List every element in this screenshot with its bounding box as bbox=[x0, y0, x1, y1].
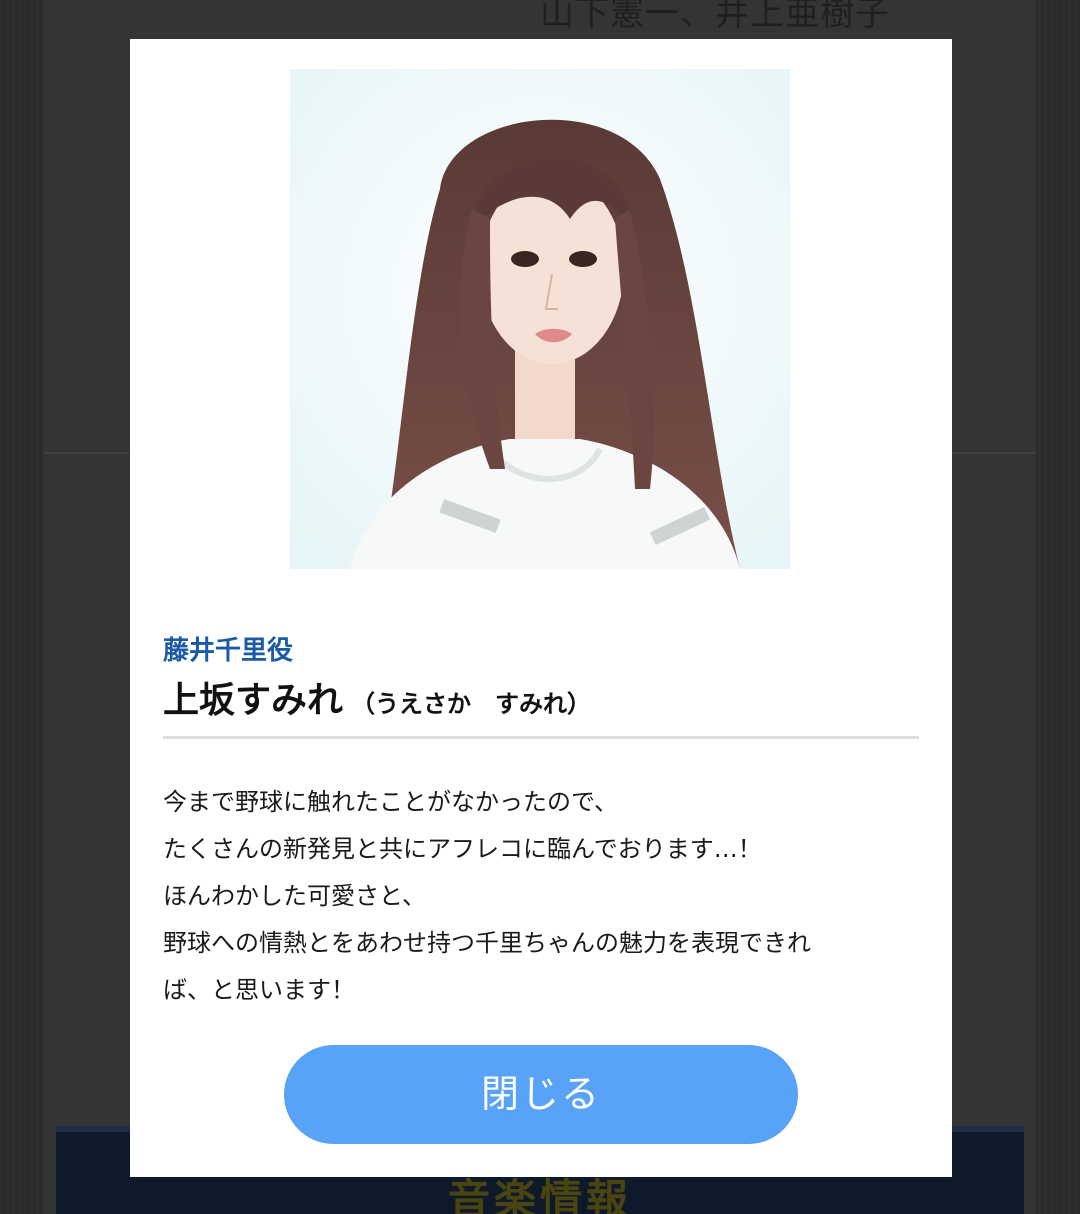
comment-line: 今まで野球に触れたことがなかったので、 bbox=[163, 788, 619, 816]
cast-profile-modal: 藤井千里役 上坂すみれ （うえさか すみれ） 今まで野球に触れたことがなかったので… bbox=[130, 39, 952, 1177]
comment-line: ほんわかした可愛さと、 bbox=[163, 882, 427, 910]
divider bbox=[163, 736, 919, 739]
comment-line: たくさんの新発見と共にアフレコに臨んでおります…！ bbox=[163, 835, 762, 863]
cast-name-row: 上坂すみれ （うえさか すみれ） bbox=[163, 671, 591, 723]
cast-name-reading: （うえさか すみれ） bbox=[351, 690, 592, 718]
cast-comment: 今まで野球に触れたことがなかったので、 たくさんの新発見と共にアフレコに臨んでお… bbox=[163, 779, 933, 1014]
portrait-illustration bbox=[290, 69, 790, 569]
comment-line: 野球への情熱とをあわせ持つ千里ちゃんの魅力を表現できれ bbox=[163, 929, 811, 957]
close-button[interactable]: 閉じる bbox=[284, 1045, 798, 1144]
comment-line: ば、と思います！ bbox=[163, 976, 355, 1004]
character-role: 藤井千里役 bbox=[163, 636, 294, 666]
cast-portrait-image bbox=[290, 69, 790, 569]
background-cast-text: 山下憲一、井上亜樹子 bbox=[540, 0, 890, 34]
cast-name: 上坂すみれ bbox=[163, 680, 344, 721]
